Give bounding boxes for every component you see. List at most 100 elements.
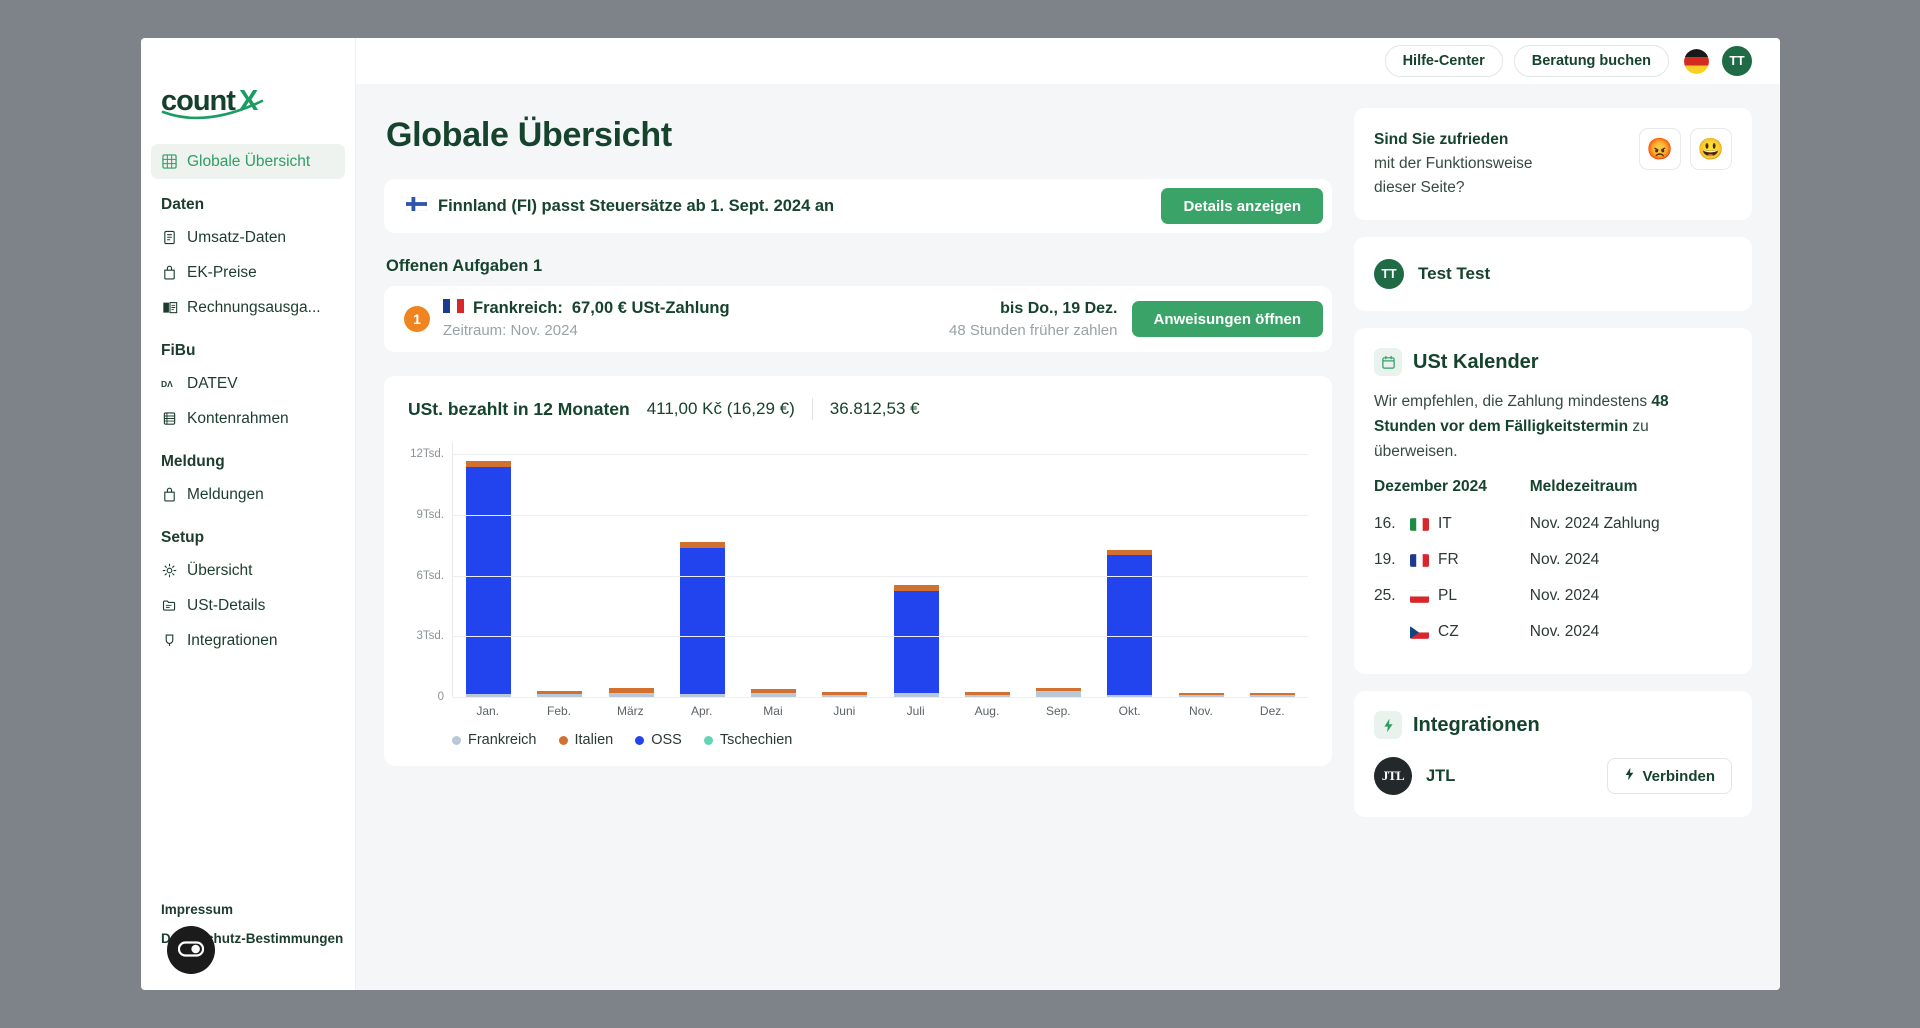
bar-slot[interactable] (1237, 442, 1308, 697)
bar-segment (466, 467, 512, 694)
sidebar-item-rechnungsausgang[interactable]: Rechnungsausga... (151, 290, 345, 325)
bar-slot[interactable] (596, 442, 667, 697)
stacked-bar[interactable] (751, 689, 797, 697)
feedback-line-2: mit der Funktionsweise (1374, 155, 1533, 173)
integrations-title: Integrationen (1413, 713, 1540, 736)
x-axis-tick: Aug. (974, 704, 1000, 718)
open-instructions-button[interactable]: Anweisungen öffnen (1131, 301, 1323, 337)
stacked-bar[interactable] (608, 687, 654, 697)
y-axis-tick: 6Tsd. (416, 569, 445, 582)
grid-line (453, 697, 1308, 698)
calendar-period: Nov. 2024 (1529, 623, 1600, 641)
document-icon (161, 229, 178, 246)
sidebar-group-meldung: Meldung (161, 453, 225, 470)
task-country: Frankreich: (473, 299, 563, 317)
x-axis-tick: Jan. (476, 704, 499, 718)
x-axis-tick: März (616, 704, 644, 718)
sidebar: count X Globale Übersicht Daten Umsatz-D… (141, 38, 356, 990)
bar-slot[interactable] (667, 442, 738, 697)
bar-slot[interactable] (1166, 442, 1237, 697)
bar-slot[interactable] (952, 442, 1023, 697)
sidebar-item-integrationen[interactable]: Integrationen (151, 623, 345, 658)
calendar-country: CZ (1410, 614, 1530, 650)
page-content: Globale Übersicht Finnland (FI) passt St… (356, 84, 1780, 990)
user-card[interactable]: TT Test Test (1354, 237, 1752, 312)
sidebar-item-label: Meldungen (187, 485, 264, 503)
show-details-button[interactable]: Details anzeigen (1161, 188, 1323, 224)
cookie-consent-button[interactable] (167, 926, 215, 974)
stacked-bar[interactable] (1107, 549, 1153, 697)
calendar-country: PL (1410, 578, 1530, 614)
calendar-country: IT (1410, 506, 1530, 542)
alert-text: Finnland (FI) passt Steuersätze ab 1. Se… (438, 196, 835, 215)
impressum-link[interactable]: Impressum (161, 902, 343, 919)
sidebar-item-umsatz-daten[interactable]: Umsatz-Daten (151, 220, 345, 255)
calendar-day: 16. (1374, 515, 1396, 533)
sidebar-item-kontenrahmen[interactable]: Kontenrahmen (151, 401, 345, 436)
calendar-note: Wir empfehlen, die Zahlung mindestens 48… (1374, 390, 1732, 464)
calendar-day: 25. (1374, 587, 1396, 605)
bar-slot[interactable] (1023, 442, 1094, 697)
tax-change-alert: Finnland (FI) passt Steuersätze ab 1. Se… (384, 179, 1332, 233)
divider (811, 398, 813, 420)
open-tasks-heading: Offenen Aufgaben 1 (386, 257, 543, 275)
legend-label: OSS (651, 732, 682, 748)
sidebar-item-label: DATEV (187, 374, 238, 392)
grid-icon (161, 153, 178, 170)
bar-slot[interactable] (809, 442, 880, 697)
stacked-bar[interactable] (466, 460, 512, 697)
country-code: FR (1438, 551, 1459, 569)
sidebar-item-ek-preise[interactable]: EK-Preise (151, 255, 345, 290)
help-center-button[interactable]: Hilfe-Center (1384, 45, 1503, 77)
feedback-negative-button[interactable]: 😡 (1639, 128, 1681, 170)
vat-paid-chart-card: USt. bezahlt in 12 Monaten 411,00 Kč (16… (384, 376, 1332, 766)
connect-button[interactable]: Verbinden (1607, 758, 1732, 795)
bar-slot[interactable] (738, 442, 809, 697)
x-axis-tick: Mai (763, 704, 783, 718)
grid-line (453, 454, 1308, 456)
sidebar-item-label: Übersicht (187, 561, 253, 579)
user-name: Test Test (1418, 264, 1491, 284)
bag-icon (161, 264, 178, 281)
feedback-positive-button[interactable]: 😃 (1690, 128, 1732, 170)
task-row: 1 Frankreich: 67,00 € USt-Zahlung Zeitra… (384, 286, 1332, 352)
sidebar-item-globale-uebersicht[interactable]: Globale Übersicht (151, 144, 345, 179)
chart-legend: Frankreich Italien OSS Tschechien (452, 732, 1308, 748)
stacked-bar[interactable] (1036, 687, 1082, 697)
svg-text:DΛ: DΛ (161, 379, 173, 389)
legend-item[interactable]: Frankreich (452, 732, 537, 748)
chart-plot: 0 3Tsd. 6Tsd. 9Tsd. 12Tsd. (408, 442, 1308, 703)
sidebar-item-datev[interactable]: DΛ DATEV (151, 366, 345, 401)
legend-item[interactable]: Italien (558, 732, 613, 748)
sidebar-item-meldungen[interactable]: Meldungen (151, 477, 345, 512)
avatar[interactable]: TT (1722, 46, 1752, 76)
task-due-note: 48 Stunden früher zahlen (949, 321, 1118, 339)
legend-item[interactable]: OSS (635, 732, 682, 748)
sidebar-item-ust-details[interactable]: USt-Details (151, 588, 345, 623)
x-axis-tick: Feb. (546, 704, 571, 718)
stacked-bar[interactable] (893, 584, 939, 697)
calendar-period: Nov. 2024 (1529, 587, 1600, 605)
y-axis-tick: 3Tsd. (416, 630, 445, 643)
calendar-period: Nov. 2024 (1529, 551, 1600, 569)
bar-slot[interactable] (881, 442, 952, 697)
book-consultation-button[interactable]: Beratung buchen (1513, 45, 1669, 77)
fr-flag-icon (443, 299, 464, 318)
legend-color-dot (703, 735, 713, 745)
sidebar-group-setup: Setup (161, 529, 205, 546)
feedback-card: Sind Sie zufrieden mit der Funktionsweis… (1354, 108, 1752, 221)
sidebar-item-uebersicht[interactable]: Übersicht (151, 553, 345, 588)
cz-flag-icon (1410, 625, 1429, 639)
country-code: IT (1438, 515, 1452, 533)
feedback-line-3: dieser Seite? (1374, 179, 1465, 197)
brand-logo[interactable]: count X (141, 84, 355, 144)
y-axis-tick: 0 (437, 691, 444, 703)
bar-slot[interactable] (524, 442, 595, 697)
bar-slot[interactable] (1094, 442, 1165, 697)
legend-item[interactable]: Tschechien (703, 732, 792, 748)
legend-color-dot (558, 735, 568, 745)
app-window: count X Globale Übersicht Daten Umsatz-D… (141, 38, 1780, 990)
bar-slot[interactable] (453, 442, 524, 697)
de-flag-icon[interactable] (1684, 48, 1709, 74)
stacked-bar[interactable] (679, 542, 725, 697)
